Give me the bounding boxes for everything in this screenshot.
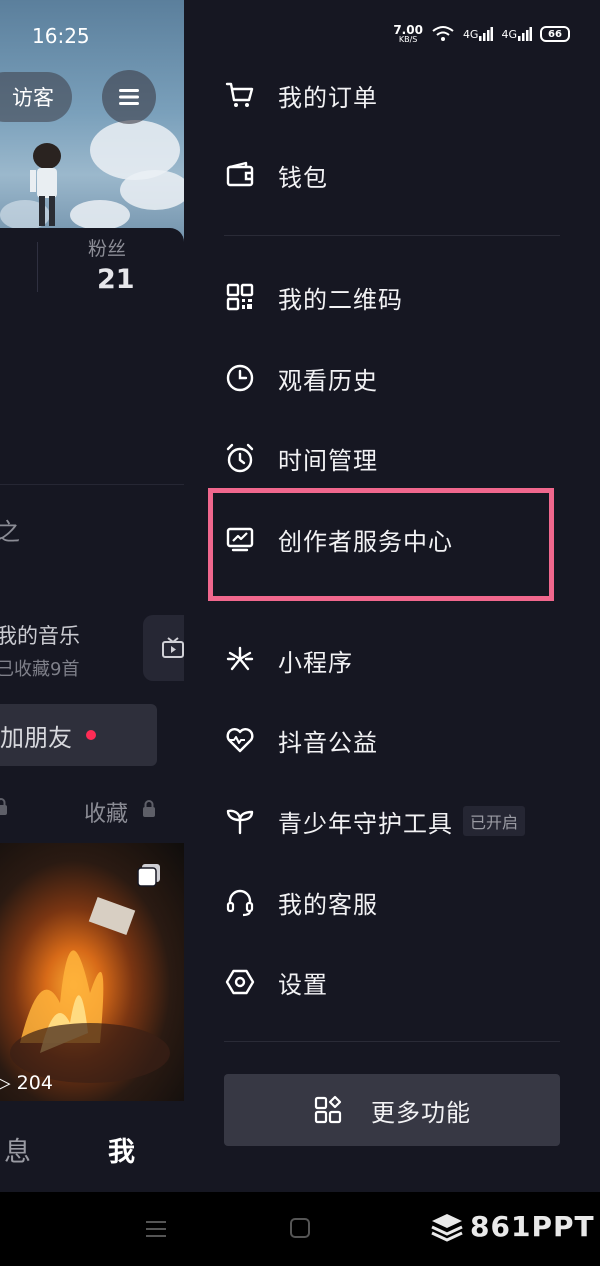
profile-cover-image bbox=[0, 0, 184, 250]
network-speed: 7.00 KB/S bbox=[393, 23, 423, 44]
layers-logo-icon bbox=[431, 1213, 463, 1242]
fans-label: 粉丝 bbox=[88, 238, 127, 260]
favorites-tab[interactable]: 收藏 bbox=[84, 796, 128, 828]
more-features-label: 更多功能 bbox=[371, 1098, 471, 1127]
watermark-text: 861PPT bbox=[470, 1210, 595, 1243]
home-button[interactable] bbox=[290, 1218, 310, 1238]
stat-divider bbox=[37, 242, 38, 292]
menu-item-history[interactable]: 观看历史 bbox=[224, 358, 378, 398]
menu-item-charity[interactable]: 抖音公益 bbox=[224, 720, 378, 760]
menu-item-label: 时间管理 bbox=[278, 446, 378, 475]
settings-icon bbox=[224, 966, 256, 998]
hamburger-menu-button[interactable] bbox=[102, 70, 156, 124]
profile-background: 16:25 访客 粉丝 21 之 我的音乐 已收藏9首 加朋友 收藏 ▷ 204… bbox=[0, 0, 184, 1192]
battery-icon: 66 bbox=[540, 26, 570, 42]
tab-messages[interactable]: 息 bbox=[4, 1130, 31, 1169]
wallet-icon bbox=[224, 159, 256, 191]
visitor-button[interactable]: 访客 bbox=[0, 72, 72, 122]
menu-item-label: 我的订单 bbox=[278, 83, 378, 112]
highlight-box bbox=[208, 488, 554, 601]
menu-item-label: 抖音公益 bbox=[278, 728, 378, 757]
menu-divider bbox=[224, 235, 560, 236]
menu-item-label: 小程序 bbox=[278, 648, 353, 677]
menu-item-label: 我的二维码 bbox=[278, 285, 403, 314]
lock-icon bbox=[143, 800, 155, 817]
more-features-button[interactable]: 更多功能 bbox=[224, 1074, 560, 1146]
character-figure bbox=[30, 143, 61, 226]
add-friend-label: 加朋友 bbox=[0, 723, 72, 752]
menu-item-label: 青少年守护工具 bbox=[278, 809, 453, 838]
menu-item-label: 设置 bbox=[278, 970, 328, 999]
menu-item-wallet[interactable]: 钱包 bbox=[224, 155, 328, 195]
status-indicators: 7.00 KB/S 4G 4G 66 bbox=[393, 24, 570, 44]
status-time: 16:25 bbox=[32, 24, 90, 48]
tab-me[interactable]: 我 bbox=[108, 1130, 135, 1169]
menu-item-settings[interactable]: 设置 bbox=[224, 962, 328, 1002]
play-count-icon: ▷ bbox=[0, 1072, 11, 1094]
wifi-icon bbox=[432, 26, 454, 41]
tv-icon bbox=[162, 637, 184, 658]
play-count-value: 204 bbox=[16, 1072, 53, 1094]
music-title[interactable]: 我的音乐 bbox=[0, 620, 80, 650]
multi-image-icon bbox=[137, 864, 160, 887]
menu-item-mini-programs[interactable]: 小程序 bbox=[224, 640, 353, 680]
qrcode-icon bbox=[224, 281, 256, 313]
lock-icon bbox=[0, 798, 7, 815]
menu-item-teen-protection[interactable]: 青少年守护工具 已开启 bbox=[224, 801, 526, 841]
notification-dot bbox=[86, 730, 96, 740]
menu-item-customer-service[interactable]: 我的客服 bbox=[224, 882, 378, 922]
headset-icon bbox=[224, 886, 256, 918]
signal-4g-icon: 4G bbox=[501, 27, 532, 41]
cart-icon bbox=[224, 79, 256, 111]
menu-item-orders[interactable]: 我的订单 bbox=[224, 75, 378, 115]
music-subtitle: 已收藏9首 bbox=[0, 659, 80, 680]
tv-button[interactable] bbox=[143, 615, 184, 681]
menu-item-label: 我的客服 bbox=[278, 890, 378, 919]
menu-divider bbox=[224, 1041, 560, 1042]
fans-count[interactable]: 21 bbox=[97, 264, 135, 295]
sprout-icon bbox=[224, 805, 256, 837]
watermark: 861PPT bbox=[430, 1210, 595, 1243]
menu-item-label: 观看历史 bbox=[278, 366, 378, 395]
menu-item-qrcode[interactable]: 我的二维码 bbox=[224, 277, 403, 317]
hamburger-icon bbox=[119, 89, 139, 105]
menu-item-time-management[interactable]: 时间管理 bbox=[224, 438, 378, 478]
charity-icon bbox=[224, 724, 256, 756]
side-drawer: 7.00 KB/S 4G 4G 66 我的订单 钱包 我的二维码 观看历史 时间… bbox=[184, 0, 600, 1192]
visitor-label: 访客 bbox=[12, 86, 54, 110]
alarm-icon bbox=[224, 442, 256, 474]
system-nav-bar: 861PPT bbox=[0, 1192, 600, 1266]
status-badge: 已开启 bbox=[463, 806, 526, 836]
recent-apps-icon[interactable] bbox=[146, 1220, 166, 1238]
menu-item-label: 钱包 bbox=[278, 163, 328, 192]
add-friend-button[interactable]: 加朋友 bbox=[0, 704, 157, 766]
grid-icon bbox=[314, 1095, 342, 1124]
signal-4g-icon: 4G bbox=[463, 27, 494, 41]
mini-program-icon bbox=[224, 644, 256, 676]
section-divider bbox=[0, 484, 184, 485]
history-icon bbox=[224, 362, 256, 394]
play-count: ▷ 204 bbox=[0, 1072, 53, 1094]
partial-text: 之 bbox=[0, 518, 20, 546]
